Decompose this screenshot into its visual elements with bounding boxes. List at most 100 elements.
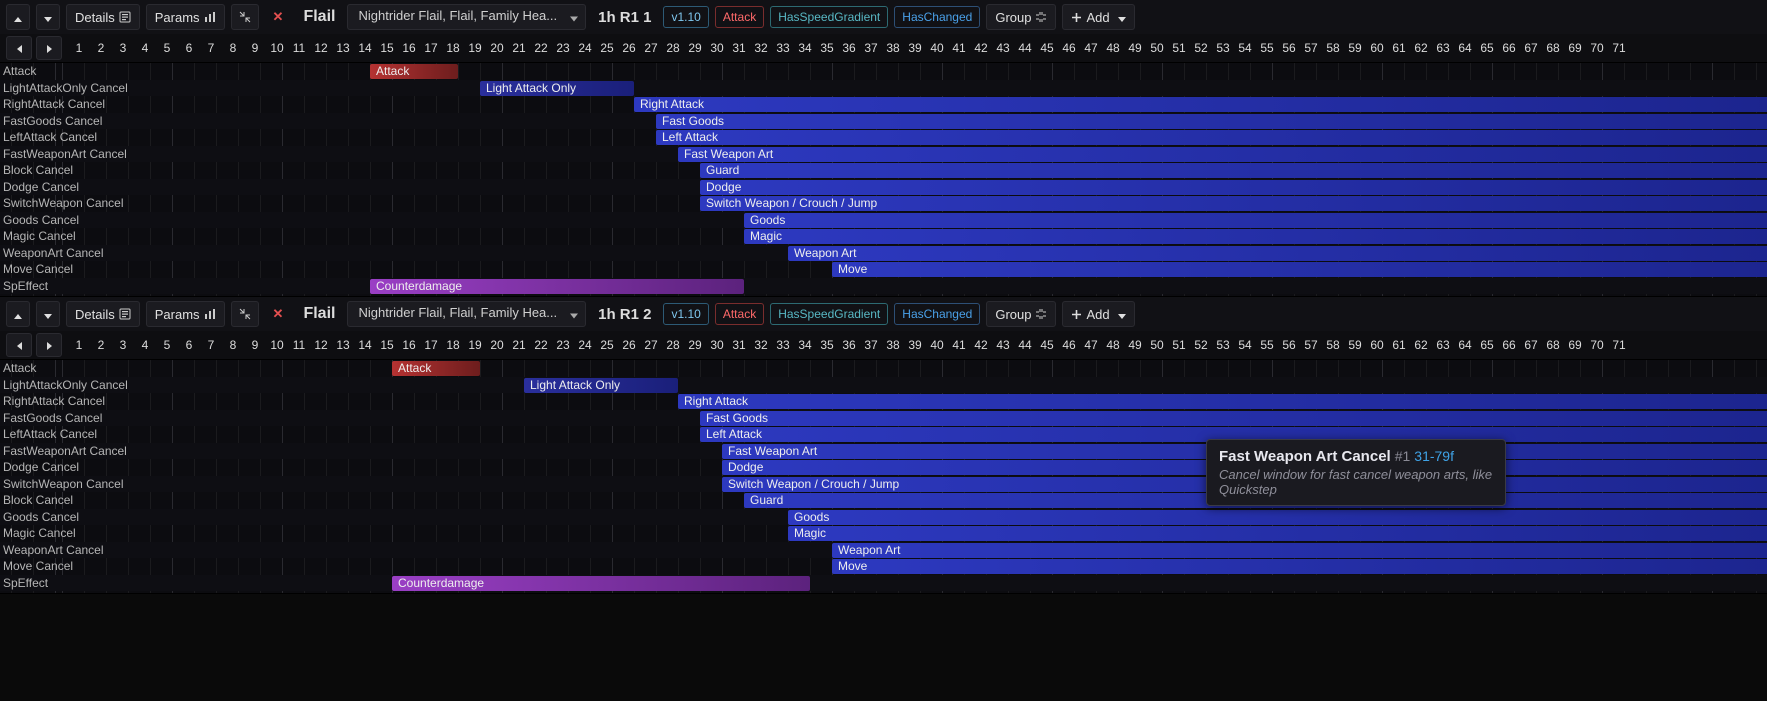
timeline-bar[interactable]: Right Attack <box>634 97 1767 112</box>
timeline-bar[interactable]: Switch Weapon / Crouch / Jump <box>700 196 1767 211</box>
filter-tag[interactable]: HasChanged <box>894 6 980 28</box>
next-button[interactable] <box>36 333 62 357</box>
timeline-bar[interactable]: Light Attack Only <box>524 378 678 393</box>
ruler-tick: 16 <box>398 338 420 352</box>
ruler-tick: 47 <box>1080 338 1102 352</box>
timeline-row: Magic CancelMagic <box>0 228 1767 245</box>
timeline-bar[interactable]: Fast Goods <box>656 114 1767 129</box>
weapon-select-wrap[interactable]: Nightrider Flail, Flail, Family Hea... <box>347 4 586 30</box>
timeline-bar[interactable]: Goods <box>788 510 1767 525</box>
ruler-tick: 27 <box>640 41 662 55</box>
filter-tag[interactable]: Attack <box>715 6 764 28</box>
timeline-bar[interactable]: Goods <box>744 213 1767 228</box>
close-button[interactable]: ✕ <box>265 301 292 327</box>
version-tag: v1.10 <box>663 303 708 325</box>
ruler-tick: 38 <box>882 41 904 55</box>
chevron-down-icon <box>1118 10 1126 25</box>
timeline-bar[interactable]: Move <box>832 262 1767 277</box>
timeline-bar[interactable]: Fast Goods <box>700 411 1767 426</box>
timeline-bar[interactable]: Magic <box>788 526 1767 541</box>
filter-tag[interactable]: HasSpeedGradient <box>770 303 888 325</box>
row-label: Dodge Cancel <box>3 179 79 195</box>
ruler-tick: 52 <box>1190 41 1212 55</box>
timeline-bar[interactable]: Weapon Art <box>788 246 1767 261</box>
ruler-tick: 60 <box>1366 41 1388 55</box>
ruler-tick: 8 <box>222 338 244 352</box>
ruler-tick: 57 <box>1300 41 1322 55</box>
add-button[interactable]: Add <box>1062 4 1134 30</box>
prev-button[interactable] <box>6 333 32 357</box>
filter-tag[interactable]: HasChanged <box>894 303 980 325</box>
timeline-bar[interactable]: Fast Weapon Art <box>678 147 1767 162</box>
row-label: Move Cancel <box>3 261 73 277</box>
params-button[interactable]: Params <box>146 301 225 327</box>
ruler-tick: 16 <box>398 41 420 55</box>
timeline-row: WeaponArt Cancel Weapon Art <box>0 245 1767 262</box>
ruler-tick: 20 <box>486 338 508 352</box>
row-label: LightAttackOnly Cancel <box>3 377 128 393</box>
timeline-bar[interactable]: Counterdamage <box>370 279 744 294</box>
ruler-tick: 36 <box>838 338 860 352</box>
timeline-bar[interactable]: Counterdamage <box>392 576 810 591</box>
timeline-bar[interactable]: Guard <box>700 163 1767 178</box>
timeline-bar[interactable]: Attack <box>392 361 480 376</box>
ruler-tick: 51 <box>1168 338 1190 352</box>
weapon-select[interactable]: Nightrider Flail, Flail, Family Hea... <box>347 301 586 327</box>
row-label: Goods Cancel <box>3 212 79 228</box>
row-label: WeaponArt Cancel <box>3 542 104 558</box>
weapon-select-wrap[interactable]: Nightrider Flail, Flail, Family Hea... <box>347 301 586 327</box>
filter-tag[interactable]: Attack <box>715 303 764 325</box>
ruler-tick: 18 <box>442 41 464 55</box>
ruler-tick: 2 <box>90 41 112 55</box>
collapse-down-button[interactable] <box>36 301 60 327</box>
timeline-bar[interactable]: Magic <box>744 229 1767 244</box>
timeline-bar[interactable]: Weapon Art <box>832 543 1767 558</box>
ruler-tick: 46 <box>1058 338 1080 352</box>
collapse-button[interactable] <box>231 4 259 30</box>
details-button[interactable]: Details <box>66 4 140 30</box>
add-button[interactable]: Add <box>1062 301 1134 327</box>
timeline-row: Block Cancel Guard <box>0 162 1767 179</box>
ruler-tick: 59 <box>1344 41 1366 55</box>
params-label: Params <box>155 10 200 25</box>
row-label: Block Cancel <box>3 162 73 178</box>
ruler-tick: 49 <box>1124 41 1146 55</box>
details-button[interactable]: Details <box>66 301 140 327</box>
ruler-tick: 69 <box>1564 338 1586 352</box>
ruler-tick: 26 <box>618 41 640 55</box>
group-button[interactable]: Group <box>986 4 1056 30</box>
close-icon: ✕ <box>273 9 284 25</box>
timeline-bar[interactable]: Dodge <box>700 180 1767 195</box>
tooltip-title: Fast Weapon Art Cancel <box>1219 448 1391 465</box>
ruler-tick: 65 <box>1476 338 1498 352</box>
ruler-tick: 52 <box>1190 338 1212 352</box>
close-button[interactable]: ✕ <box>265 4 292 30</box>
collapse-up-button[interactable] <box>6 4 30 30</box>
combo-label: 1h R1 2 <box>592 306 657 323</box>
ruler-tick: 29 <box>684 338 706 352</box>
ruler-tick: 33 <box>772 41 794 55</box>
collapse-up-button[interactable] <box>6 301 30 327</box>
timeline-bar[interactable]: Move <box>832 559 1767 574</box>
timeline-bar[interactable]: Attack <box>370 64 458 79</box>
weapon-select[interactable]: Nightrider Flail, Flail, Family Hea... <box>347 4 586 30</box>
row-label: WeaponArt Cancel <box>3 245 104 261</box>
collapse-button[interactable] <box>231 301 259 327</box>
ruler-tick: 31 <box>728 41 750 55</box>
ruler-tick: 9 <box>244 338 266 352</box>
next-button[interactable] <box>36 36 62 60</box>
collapse-down-button[interactable] <box>36 4 60 30</box>
timeline[interactable]: AttackAttackLightAttackOnly CancelLight … <box>0 360 1767 593</box>
prev-button[interactable] <box>6 36 32 60</box>
timeline-bar[interactable]: Right Attack <box>678 394 1767 409</box>
ruler-tick: 32 <box>750 338 772 352</box>
filter-tag[interactable]: HasSpeedGradient <box>770 6 888 28</box>
timeline-bar[interactable]: Light Attack Only <box>480 81 634 96</box>
params-button[interactable]: Params <box>146 4 225 30</box>
ruler-tick: 28 <box>662 41 684 55</box>
group-button[interactable]: Group <box>986 301 1056 327</box>
timeline-bar[interactable]: Left Attack <box>656 130 1767 145</box>
timeline[interactable]: AttackAttackLightAttackOnly CancelLight … <box>0 63 1767 296</box>
ruler-tick: 58 <box>1322 338 1344 352</box>
ruler-tick: 6 <box>178 41 200 55</box>
